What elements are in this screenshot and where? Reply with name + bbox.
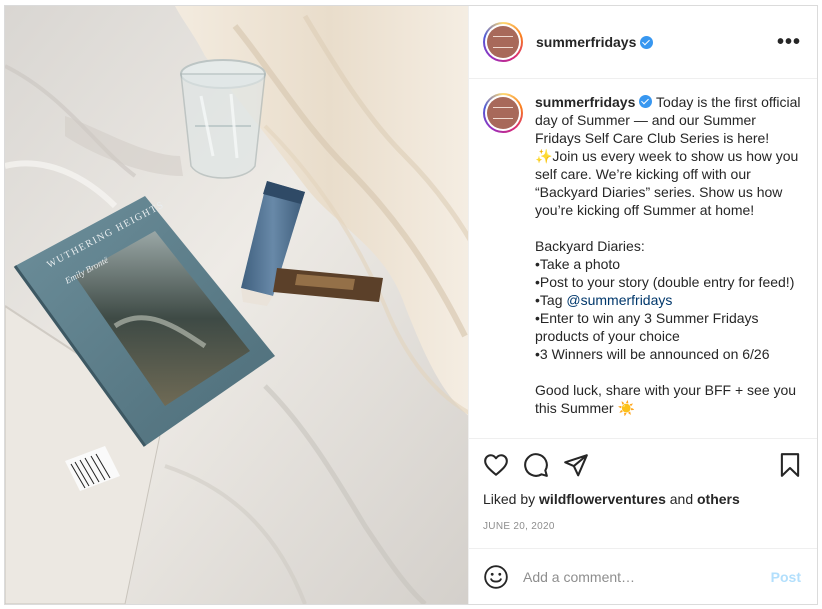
caption-username[interactable]: summerfridays	[535, 94, 635, 110]
likes-middle: and	[665, 491, 697, 507]
caption-text: summerfridays Today is the first officia…	[535, 93, 801, 438]
post-actions: Liked by wildflowerventures and others J…	[469, 439, 817, 532]
bookmark-icon[interactable]	[777, 452, 803, 478]
avatar	[487, 97, 519, 129]
likes-summary: Liked by wildflowerventures and others	[483, 491, 803, 507]
caption-avatar-ring[interactable]	[483, 93, 523, 133]
paper-plane-icon[interactable]	[563, 452, 589, 478]
heart-icon[interactable]	[483, 452, 509, 478]
caption-mention-link[interactable]: @summerfridays	[566, 292, 672, 308]
smiley-icon[interactable]	[483, 564, 509, 590]
post-photo: WUTHERING HEIGHTS Emily Brontë	[5, 6, 468, 604]
post-image[interactable]: WUTHERING HEIGHTS Emily Brontë	[5, 6, 468, 604]
post-date[interactable]: JUNE 20, 2020	[483, 521, 803, 532]
comment-icon[interactable]	[523, 452, 549, 478]
liked-by-user-link[interactable]: wildflowerventures	[539, 491, 666, 507]
instagram-post: WUTHERING HEIGHTS Emily Brontë summerfri…	[4, 5, 818, 605]
post-header: summerfridays •••	[469, 6, 817, 79]
profile-avatar-ring[interactable]	[483, 22, 523, 62]
more-options-icon[interactable]: •••	[777, 32, 801, 52]
comment-input[interactable]	[523, 568, 771, 585]
avatar	[487, 26, 519, 58]
post-sidebar: summerfridays ••• summerfridays Today is…	[468, 6, 817, 604]
caption-body-part1: Today is the first official day of Summe…	[535, 94, 801, 308]
post-comment-button[interactable]: Post	[771, 569, 801, 585]
brand-logo-icon	[493, 107, 513, 119]
verified-badge-icon	[639, 95, 653, 108]
header-username[interactable]: summerfridays	[536, 34, 636, 50]
brand-logo-icon	[493, 36, 513, 48]
likes-prefix: Liked by	[483, 491, 540, 507]
likes-others-link[interactable]: others	[697, 491, 740, 507]
caption-body-part2: •Enter to win any 3 Summer Fridays produ…	[535, 310, 797, 416]
caption-area: summerfridays Today is the first officia…	[469, 79, 817, 439]
verified-badge-icon	[640, 35, 654, 49]
action-icons-row	[483, 451, 803, 479]
add-comment-bar: Post	[469, 548, 817, 604]
